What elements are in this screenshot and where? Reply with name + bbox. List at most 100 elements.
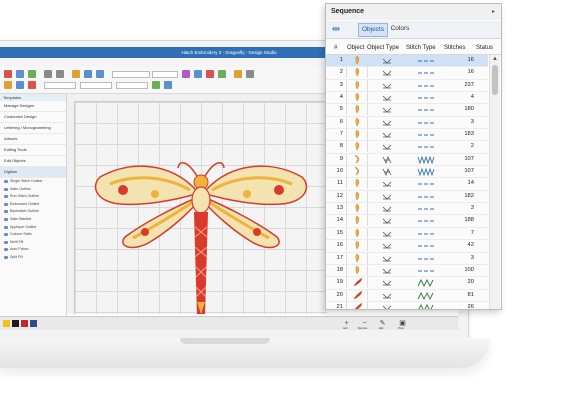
design-canvas[interactable]	[75, 102, 327, 317]
scissors-icon[interactable]	[4, 70, 12, 78]
table-row[interactable]: 16 42	[326, 240, 488, 253]
left-item-digitize[interactable]: Digitize	[0, 167, 66, 178]
thread-swatch[interactable]	[30, 320, 37, 327]
digitize-tool[interactable]: Column Satin	[0, 231, 66, 239]
col-object-type[interactable]: Object Type	[367, 42, 399, 54]
fabric-select[interactable]	[44, 82, 76, 89]
thread-swatch[interactable]	[21, 320, 28, 327]
table-row[interactable]: 13 3	[326, 203, 488, 216]
hoop-icon[interactable]	[234, 70, 242, 78]
dragonfly-thorax	[191, 186, 211, 214]
run-object-icon	[382, 71, 392, 76]
table-row[interactable]: 9 107	[326, 153, 488, 167]
col-stitches[interactable]: Stitches	[444, 42, 465, 54]
paste-icon[interactable]	[28, 70, 36, 78]
table-row[interactable]: 17 3	[326, 252, 488, 265]
grid-icon[interactable]	[16, 81, 24, 89]
undo-icon[interactable]	[44, 70, 52, 78]
sequence-title: Sequence	[326, 4, 501, 20]
digitize-tool[interactable]: Embossed Outline	[0, 201, 66, 209]
table-row[interactable]: 11 14	[326, 178, 488, 191]
digitize-tool[interactable]: Appliqué Outline	[0, 224, 66, 232]
left-item-edit-objects[interactable]: Edit Objects	[0, 156, 66, 167]
left-item-customize-design[interactable]: Customize Design	[0, 112, 66, 123]
thread-swatch[interactable]	[3, 320, 10, 327]
col-stitch-type[interactable]: Stitch Type	[406, 42, 436, 54]
digitize-tool[interactable]: Satin Outline	[0, 186, 66, 194]
table-row[interactable]: 15 7	[326, 227, 488, 241]
table-row[interactable]: 19 20	[326, 277, 488, 290]
col-number[interactable]: #	[334, 42, 337, 54]
outline-icon[interactable]	[218, 70, 226, 78]
table-row[interactable]: 10 107	[326, 166, 488, 179]
column-divider	[346, 289, 347, 301]
scroll-up-icon[interactable]: ▲	[490, 55, 500, 64]
reshape-icon[interactable]	[84, 70, 92, 78]
object-thumbnail-icon	[355, 216, 360, 225]
table-row[interactable]: 1 16	[326, 55, 488, 68]
digitize-tool[interactable]: Satin Blanket	[0, 216, 66, 224]
digitize-tool[interactable]: Split Fill	[0, 254, 66, 262]
left-item-artwork[interactable]: Artwork	[0, 134, 66, 145]
digitize-tool[interactable]: Single Stitch Outline	[0, 178, 66, 186]
table-row[interactable]: 12 182	[326, 190, 488, 204]
object-thumbnail-icon	[355, 191, 360, 201]
zoom-icon[interactable]	[246, 70, 254, 78]
digitize-tool[interactable]: Run Stitch Outline	[0, 193, 66, 201]
table-row[interactable]: 44	[326, 92, 488, 105]
col-object[interactable]: Object	[347, 42, 364, 54]
tab-objects[interactable]: Objects	[358, 23, 388, 37]
size-select[interactable]	[152, 71, 178, 78]
left-item-editing-tools[interactable]: Editing Tools	[0, 145, 66, 156]
left-item-manage-designs[interactable]: Manage Designs	[0, 101, 66, 112]
stitch-icon[interactable]	[194, 70, 202, 78]
digitize-tool[interactable]: Multi Fill	[0, 239, 66, 247]
table-row[interactable]: 18 100	[326, 264, 488, 278]
3d-view-icon[interactable]	[152, 81, 160, 89]
table-row[interactable]: 21 26	[326, 301, 488, 309]
thread-swatch[interactable]	[12, 320, 19, 327]
table-row[interactable]: 82	[326, 141, 488, 154]
run-object-icon	[382, 268, 392, 274]
density-select[interactable]	[80, 82, 112, 89]
table-row[interactable]: 3 237	[326, 79, 488, 93]
digitize-tool[interactable]: Backstitch Outline	[0, 208, 66, 216]
redo-icon[interactable]	[56, 70, 64, 78]
object-thumbnail-icon	[354, 302, 363, 309]
tab-colors[interactable]: Colors	[388, 23, 412, 35]
run-object-icon	[382, 243, 392, 249]
table-row[interactable]: 63	[326, 116, 488, 130]
wand-icon[interactable]	[4, 81, 12, 89]
stitch-count: 107	[464, 155, 474, 162]
object-thumbnail-icon	[353, 290, 363, 299]
digitize-tool[interactable]: Auto Fabric	[0, 246, 66, 254]
select-icon[interactable]	[72, 70, 80, 78]
table-row[interactable]: 14 188	[326, 215, 488, 228]
mirror-icon[interactable]	[28, 81, 36, 89]
column-divider	[346, 301, 347, 309]
copy-icon[interactable]	[16, 70, 24, 78]
view-select[interactable]	[116, 82, 148, 89]
table-row[interactable]: 2 16	[326, 67, 488, 80]
table-row[interactable]: 20 81	[326, 289, 488, 302]
left-item-lettering[interactable]: Lettering / Monogramming	[0, 123, 66, 134]
double-chevron-left-icon[interactable]: «»	[332, 23, 354, 35]
sequence-tabs: «» Objects Colors	[326, 21, 501, 39]
sequence-scrollbar[interactable]: ▲	[489, 55, 500, 309]
run-object-icon	[382, 182, 392, 188]
fill-icon[interactable]	[206, 70, 214, 78]
table-row[interactable]: 5 180	[326, 104, 488, 117]
pin-icon[interactable]: ▸	[492, 4, 495, 20]
object-thumbnail-icon	[355, 80, 360, 90]
column-divider	[346, 166, 347, 178]
row-number: 15	[336, 229, 343, 236]
color-icon[interactable]	[182, 70, 190, 78]
align-icon[interactable]	[96, 70, 104, 78]
font-select[interactable]	[112, 71, 150, 78]
table-row[interactable]: 7 183	[326, 129, 488, 142]
stitch-player-icon[interactable]	[164, 81, 172, 89]
row-number: 1	[339, 57, 343, 63]
col-status[interactable]: Status	[476, 42, 493, 54]
stitch-count: 42	[467, 242, 474, 249]
scroll-thumb[interactable]	[492, 65, 498, 95]
